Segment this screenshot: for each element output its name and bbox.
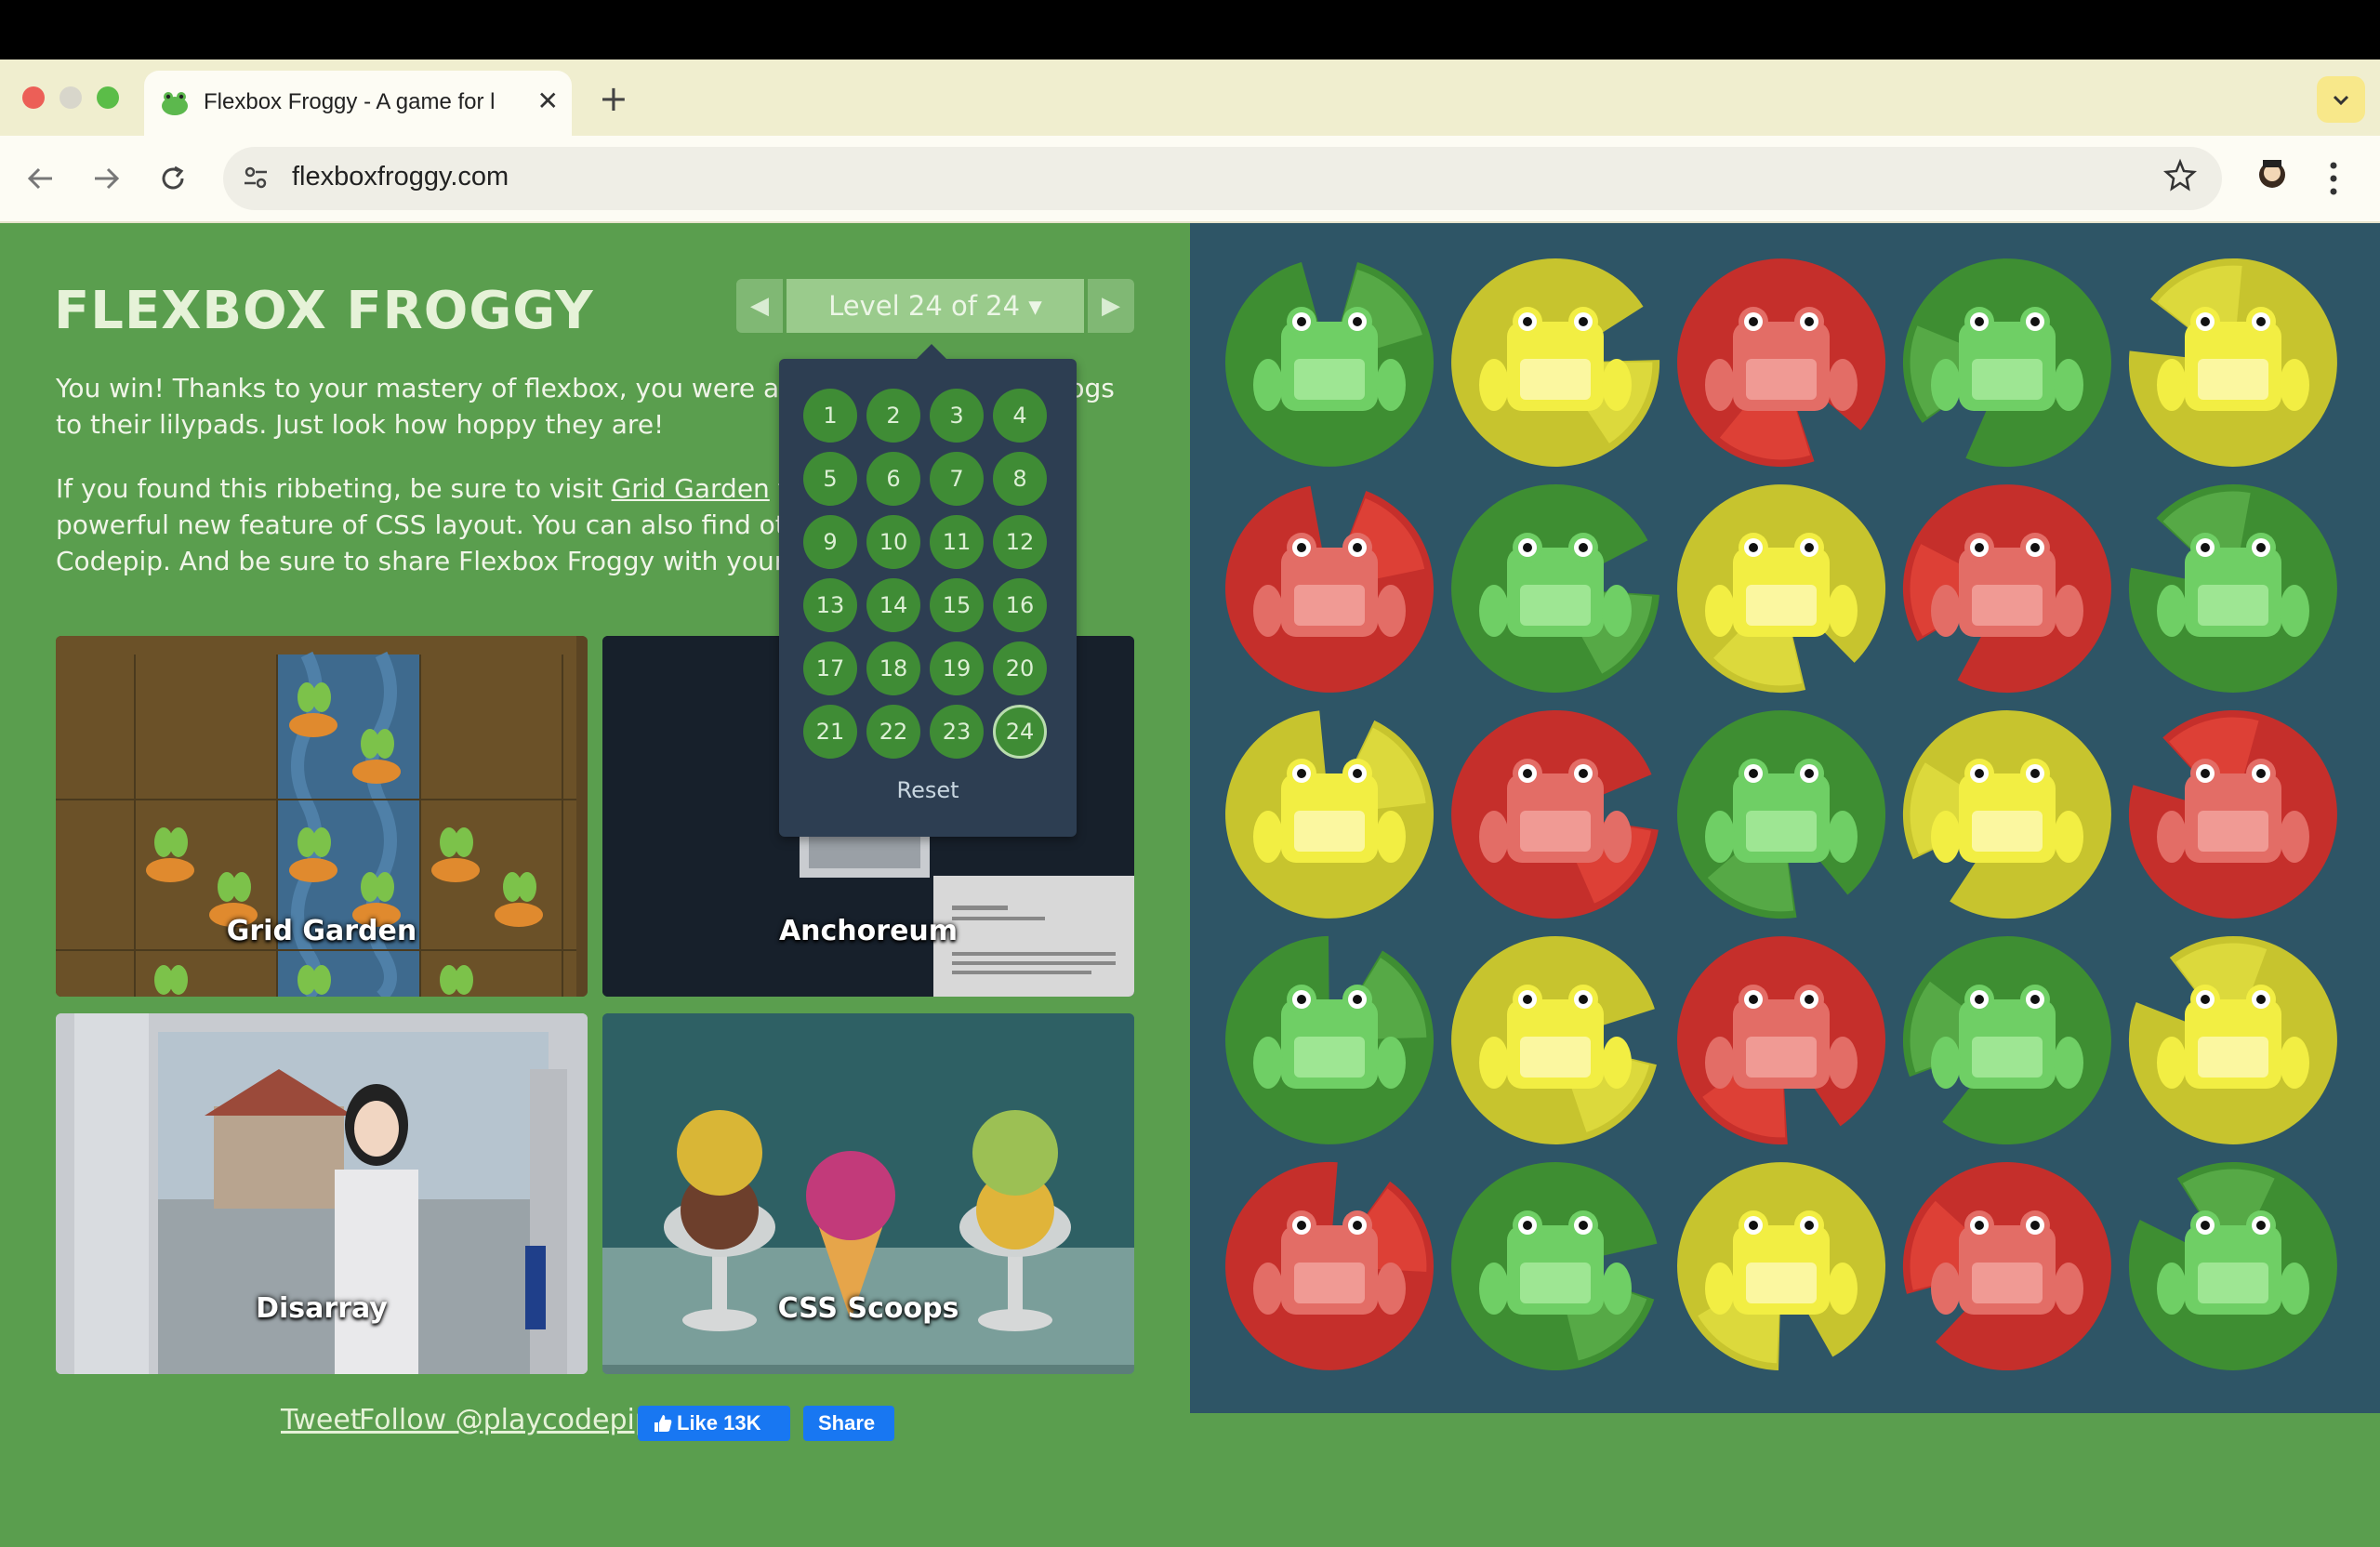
level-picker-dropdown: 1 2 3 4 5 6 7 8 9 10 11 12 13 14 15 16 17 18 19 20 21 22 23 24 … <box>779 344 1077 837</box>
follow-link[interactable]: Follow @playcodepip <box>359 1404 653 1436</box>
red-frog-lilypad <box>1677 936 1885 1145</box>
level-3-button[interactable]: 3 <box>930 389 984 443</box>
reload-icon[interactable] <box>158 164 188 193</box>
green-frog-lilypad <box>1225 935 1435 1144</box>
level-24-button[interactable]: 24 <box>993 705 1047 759</box>
green-frog-lilypad <box>1677 710 1886 919</box>
new-tab-button[interactable]: + <box>599 78 628 119</box>
pond-board <box>1190 223 2380 1413</box>
red-frog-lilypad <box>1902 1162 2111 1371</box>
red-frog-lilypad <box>1451 709 1659 919</box>
css-scoops-title: CSS Scoops <box>777 1292 959 1325</box>
yellow-frog-lilypad <box>1902 710 2111 919</box>
reset-button[interactable]: Reset <box>779 777 1077 803</box>
pond-svg <box>1225 258 2337 1371</box>
grid-garden-title: Grid Garden <box>226 915 417 947</box>
promo-text-start: If you found this ribbeting, be sure to … <box>56 473 612 504</box>
level-12-button[interactable]: 12 <box>993 515 1047 569</box>
thumbs-up-icon <box>654 1415 672 1432</box>
yellow-frog-lilypad <box>2128 258 2337 467</box>
browser-tab[interactable]: Flexbox Froggy - A game for l ✕ <box>144 71 572 136</box>
red-frog-lilypad <box>1225 1161 1435 1370</box>
red-frog-lilypad <box>1677 258 1886 468</box>
bookmark-star-icon[interactable] <box>2162 158 2198 193</box>
tweet-link[interactable]: Tweet <box>281 1404 362 1436</box>
chevron-down-icon <box>2333 95 2349 106</box>
tab-search-button[interactable] <box>2317 76 2365 123</box>
level-6-button[interactable]: 6 <box>866 452 920 506</box>
red-frog-lilypad <box>1902 484 2111 694</box>
level-17-button[interactable]: 17 <box>803 641 857 695</box>
browser-toolbar: flexboxfroggy.com <box>0 136 2380 223</box>
level-22-button[interactable]: 22 <box>866 705 920 759</box>
yellow-frog-lilypad <box>1225 710 1434 919</box>
level-21-button[interactable]: 21 <box>803 705 857 759</box>
like-label: Like 13K <box>677 1411 761 1435</box>
level-20-button[interactable]: 20 <box>993 641 1047 695</box>
level-10-button[interactable]: 10 <box>866 515 920 569</box>
level-9-button[interactable]: 9 <box>803 515 857 569</box>
yellow-frog-lilypad <box>1677 484 1886 694</box>
level-16-button[interactable]: 16 <box>993 578 1047 632</box>
tab-strip: Flexbox Froggy - A game for l ✕ + <box>0 60 2380 136</box>
green-frog-lilypad <box>1225 262 1434 467</box>
system-menu-bar <box>0 0 2380 60</box>
green-frog-lilypad <box>2128 1161 2337 1370</box>
level-5-button[interactable]: 5 <box>803 452 857 506</box>
disarray-title: Disarray <box>256 1292 388 1325</box>
level-23-button[interactable]: 23 <box>930 705 984 759</box>
close-window-button[interactable] <box>22 86 45 109</box>
level-2-button[interactable]: 2 <box>866 389 920 443</box>
green-frog-lilypad <box>1451 483 1659 693</box>
forward-arrow-icon[interactable] <box>91 164 121 193</box>
grid-garden-card[interactable]: Grid Garden <box>56 636 588 997</box>
site-settings-icon[interactable] <box>242 164 270 192</box>
address-bar[interactable]: flexboxfroggy.com <box>223 147 2222 210</box>
anchoreum-title: Anchoreum <box>778 915 959 947</box>
green-frog-lilypad <box>2128 484 2337 693</box>
grid-garden-link[interactable]: Grid Garden <box>612 473 770 504</box>
tab-title: Flexbox Froggy - A game for l <box>204 89 496 114</box>
green-frog-lilypad <box>1451 1162 1658 1370</box>
level-7-button[interactable]: 7 <box>930 452 984 506</box>
tab-close-icon[interactable]: ✕ <box>537 86 559 116</box>
yellow-frog-lilypad <box>2128 935 2337 1144</box>
game-logo: FLEXBOX FROGGY <box>54 281 594 341</box>
level-15-button[interactable]: 15 <box>930 578 984 632</box>
next-level-button[interactable]: ▶ <box>1088 279 1134 333</box>
level-18-button[interactable]: 18 <box>866 641 920 695</box>
red-frog-lilypad <box>2128 710 2337 919</box>
yellow-frog-lilypad <box>1677 1162 1885 1371</box>
level-14-button[interactable]: 14 <box>866 578 920 632</box>
level-8-button[interactable]: 8 <box>993 452 1047 506</box>
level-19-button[interactable]: 19 <box>930 641 984 695</box>
level-1-button[interactable]: 1 <box>803 389 857 443</box>
previous-level-button[interactable]: ◀ <box>736 279 783 333</box>
minimize-window-button[interactable] <box>60 86 82 109</box>
game-page: FLEXBOX FROGGY ◀ Level 24 of 24 ▾ ▶ You … <box>0 223 2380 1547</box>
level-11-button[interactable]: 11 <box>930 515 984 569</box>
level-13-button[interactable]: 13 <box>803 578 857 632</box>
extension-avatar-icon[interactable] <box>2255 154 2289 192</box>
yellow-frog-lilypad <box>1451 258 1660 467</box>
maximize-window-button[interactable] <box>97 86 119 109</box>
red-frog-lilypad <box>1225 485 1434 693</box>
back-arrow-icon[interactable] <box>26 164 56 193</box>
yellow-frog-lilypad <box>1451 935 1657 1144</box>
url-text: flexboxfroggy.com <box>292 162 509 192</box>
disarray-card[interactable]: Disarray <box>56 1013 588 1374</box>
facebook-like-button[interactable]: Like 13K <box>638 1406 790 1441</box>
css-scoops-card[interactable]: CSS Scoops <box>602 1013 1134 1374</box>
green-frog-lilypad <box>1902 258 2111 468</box>
level-4-button[interactable]: 4 <box>993 389 1047 443</box>
facebook-share-button[interactable]: Share <box>803 1406 894 1441</box>
browser-chrome: Flexbox Froggy - A game for l ✕ + flexbo… <box>0 60 2380 223</box>
green-frog-lilypad <box>1902 936 2111 1144</box>
level-navigator: ◀ Level 24 of 24 ▾ ▶ <box>736 279 1134 333</box>
level-indicator-dropdown[interactable]: Level 24 of 24 ▾ <box>787 279 1084 333</box>
browser-menu-icon[interactable] <box>2329 160 2338 197</box>
frog-favicon-icon <box>162 92 188 115</box>
